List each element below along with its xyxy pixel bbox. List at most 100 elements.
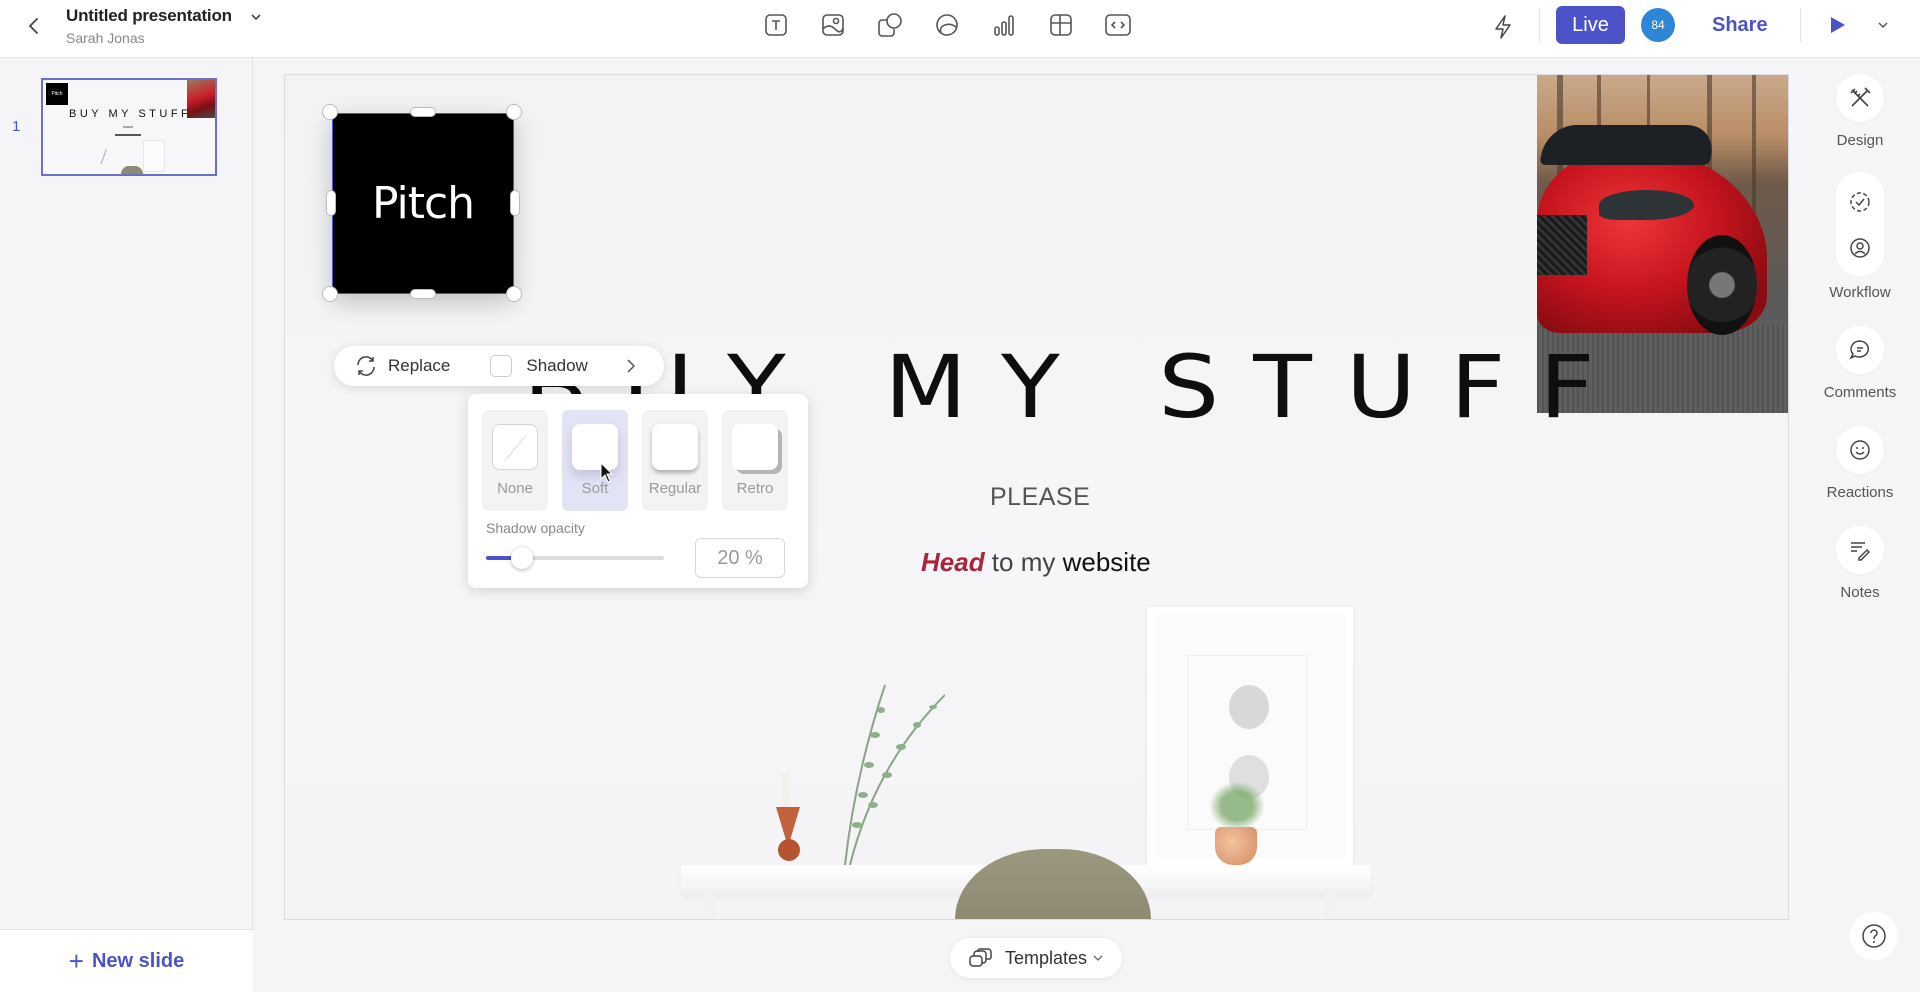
cta-accent-word: Head — [921, 547, 985, 577]
copper-pot-image — [1215, 827, 1257, 865]
comments-button[interactable] — [1836, 326, 1884, 374]
thumbnail-frame — [143, 140, 165, 172]
shadow-opacity-slider[interactable] — [486, 547, 664, 569]
sticker-icon — [936, 14, 958, 36]
present-options-button[interactable] — [1872, 14, 1894, 36]
insert-text-button[interactable] — [760, 10, 792, 40]
resize-handle-bottom-left[interactable] — [322, 286, 338, 302]
shadow-option-label: Retro — [736, 480, 774, 497]
shadow-popover: None Soft Regular Retro Shadow opacity 2… — [468, 394, 808, 588]
image-context-toolbar: Replace Shadow — [334, 346, 664, 386]
divider — [1800, 8, 1801, 42]
slider-thumb[interactable] — [510, 547, 533, 569]
shadow-opacity-label: Shadow opacity — [486, 520, 585, 536]
smiley-icon — [1850, 440, 1870, 460]
insert-toolbar — [760, 10, 1134, 40]
notes-button[interactable] — [1836, 526, 1884, 574]
collaborator-avatar[interactable]: 84 — [1641, 8, 1675, 42]
thumbnail-cta — [115, 134, 141, 136]
shadow-option-retro[interactable]: Retro — [722, 410, 788, 511]
slide-number: 1 — [12, 118, 21, 135]
title-menu-chevron-icon[interactable] — [250, 8, 262, 26]
logo-text: Pitch — [371, 178, 475, 229]
right-sidebar: Design Workflow Comments Reactions Notes — [1810, 58, 1920, 992]
insert-embed-button[interactable] — [1102, 10, 1134, 40]
thumbnail-logo: Pitch — [46, 83, 68, 105]
lightning-icon — [1495, 15, 1511, 39]
document-title[interactable]: Untitled presentation — [66, 6, 232, 26]
workflow-label: Workflow — [1829, 284, 1891, 301]
templates-label: Templates — [1004, 947, 1088, 968]
chevron-right-icon — [627, 359, 635, 373]
notes-label: Notes — [1840, 584, 1880, 601]
shadow-option-none[interactable]: None — [482, 410, 548, 511]
slide-thumbnail[interactable]: Pitch BUY MY STUFF — [41, 78, 217, 176]
new-slide-label: New slide — [91, 949, 185, 972]
slide-cta-text[interactable]: Head to my website — [921, 547, 1151, 578]
design-tools-icon — [1850, 87, 1871, 107]
shadow-opacity-input[interactable]: 20 % — [695, 538, 785, 578]
shadow-retro-swatch — [732, 424, 778, 470]
slide-subtitle[interactable]: PLEASE — [990, 483, 1090, 512]
eucalyptus-plant-image — [844, 684, 945, 865]
present-button[interactable] — [1825, 12, 1851, 38]
design-button[interactable] — [1836, 74, 1884, 122]
selected-logo-image[interactable]: Pitch — [332, 113, 514, 294]
notes-pencil-icon — [1851, 542, 1871, 561]
chevron-down-icon — [1093, 955, 1103, 961]
actions-button[interactable] — [1488, 12, 1518, 42]
insert-shape-button[interactable] — [874, 10, 906, 40]
live-button[interactable]: Live — [1556, 6, 1625, 44]
comment-icon — [1849, 340, 1869, 360]
design-label: Design — [1836, 132, 1884, 149]
insert-image-button[interactable] — [817, 10, 849, 40]
reactions-label: Reactions — [1826, 484, 1894, 501]
desk-leg — [705, 895, 715, 919]
comments-label: Comments — [1823, 384, 1897, 401]
toolbar-more-button[interactable] — [626, 358, 636, 374]
replace-button[interactable]: Replace — [354, 355, 450, 377]
assignee-user-icon[interactable] — [1848, 236, 1872, 260]
divider — [1539, 8, 1540, 42]
document-owner: Sarah Jonas — [66, 30, 145, 46]
shadow-toggle[interactable]: Shadow — [490, 355, 588, 377]
templates-button[interactable]: Templates — [950, 938, 1122, 978]
image-icon — [822, 14, 844, 36]
cta-middle-text: to my — [984, 547, 1063, 577]
status-check-icon[interactable] — [1848, 190, 1872, 214]
top-bar: Untitled presentation Sarah Jonas Live 8… — [0, 0, 1920, 58]
thumbnail-plant — [100, 148, 116, 168]
chart-icon — [994, 15, 1014, 36]
cta-link-word: website — [1062, 547, 1151, 577]
back-button[interactable] — [20, 12, 48, 40]
potted-plant-image — [1209, 781, 1265, 831]
thumbnail-title: BUY MY STUFF — [69, 108, 192, 120]
candle-holder-image — [776, 773, 802, 867]
play-icon — [1831, 17, 1845, 33]
shadow-option-soft[interactable]: Soft — [562, 410, 628, 511]
workflow-group — [1836, 172, 1884, 276]
insert-chart-button[interactable] — [988, 10, 1020, 40]
new-slide-button[interactable]: + New slide — [0, 929, 253, 992]
replace-label: Replace — [388, 356, 451, 375]
help-button[interactable] — [1850, 912, 1898, 960]
resize-handle-right[interactable] — [510, 190, 520, 216]
resize-handle-bottom[interactable] — [410, 289, 436, 299]
slides-panel: 1 Pitch BUY MY STUFF + New slide — [0, 58, 253, 992]
refresh-icon — [357, 356, 375, 376]
desk-leg — [1325, 895, 1335, 919]
document-title-area: Untitled presentation Sarah Jonas — [66, 6, 262, 46]
insert-sticker-button[interactable] — [931, 10, 963, 40]
shadow-checkbox[interactable] — [490, 355, 513, 377]
reactions-button[interactable] — [1836, 426, 1884, 474]
resize-handle-left[interactable] — [326, 190, 336, 216]
resize-handle-top-right[interactable] — [506, 104, 522, 120]
resize-handle-top-left[interactable] — [322, 104, 338, 120]
insert-table-button[interactable] — [1045, 10, 1077, 40]
resize-handle-top[interactable] — [410, 107, 436, 117]
resize-handle-bottom-right[interactable] — [506, 286, 522, 302]
mouse-cursor-icon — [600, 462, 614, 483]
thumbnail-subtitle — [123, 126, 133, 128]
share-button[interactable]: Share — [1712, 10, 1768, 40]
shadow-option-regular[interactable]: Regular — [642, 410, 708, 511]
